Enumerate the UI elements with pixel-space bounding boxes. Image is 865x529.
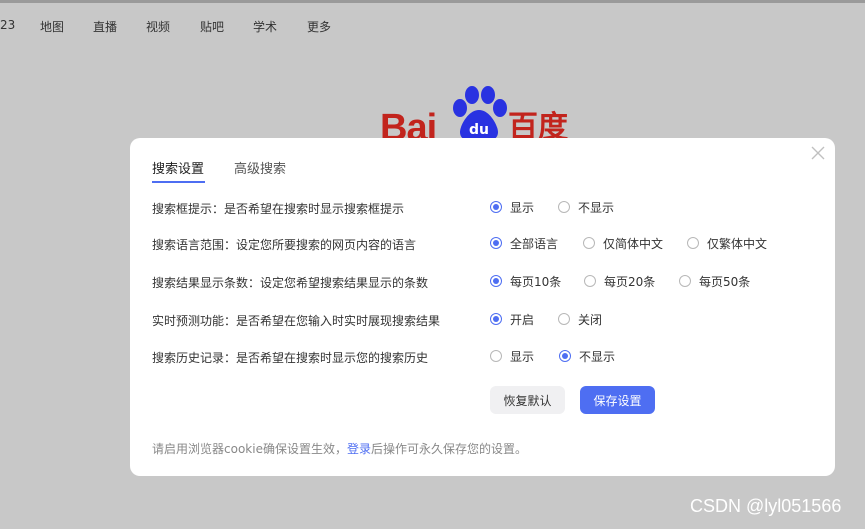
tab-advanced-search[interactable]: 高级搜索 <box>234 158 286 177</box>
setting-label-prediction: 实时预测功能：是否希望在您输入时实时展现搜索结果 <box>152 314 441 328</box>
nav-item-xueshu[interactable]: 学术 <box>253 18 277 35</box>
nav-item-video[interactable]: 视频 <box>146 18 170 35</box>
radio-button[interactable] <box>679 275 691 287</box>
radio-button[interactable] <box>558 201 570 213</box>
radio-button[interactable] <box>490 350 502 362</box>
radio-option[interactable]: 每页20条 <box>584 273 655 289</box>
setting-label-suggest: 搜索框提示：是否希望在搜索时显示搜索框提示 <box>152 202 405 216</box>
radio-option[interactable]: 显示 <box>490 199 534 215</box>
nav-item[interactable]: 23 <box>0 18 15 32</box>
nav-item-tieba[interactable]: 贴吧 <box>200 18 224 35</box>
nav-item-map[interactable]: 地图 <box>40 18 64 35</box>
search-settings-dialog: 搜索设置 高级搜索 搜索框提示：是否希望在搜索时显示搜索框提示 显示 不显示 搜… <box>130 138 835 476</box>
radio-label: 关闭 <box>578 312 603 327</box>
restore-default-button[interactable]: 恢复默认 <box>490 386 565 414</box>
radio-button[interactable] <box>558 313 570 325</box>
radio-option[interactable]: 仅简体中文 <box>583 235 663 251</box>
logo-text-du: du <box>469 122 489 138</box>
footnote-text-after: 后操作可永久保存您的设置。 <box>370 442 527 456</box>
save-settings-button[interactable]: 保存设置 <box>580 386 655 414</box>
radio-label: 显示 <box>510 349 535 364</box>
radio-button[interactable] <box>584 275 596 287</box>
radio-button[interactable] <box>583 237 595 249</box>
footnote-text-before: 请启用浏览器cookie确保设置生效， <box>152 442 347 456</box>
radio-option[interactable]: 不显示 <box>558 199 614 215</box>
radio-label: 仅简体中文 <box>603 236 664 251</box>
radio-option[interactable]: 关闭 <box>558 311 602 327</box>
radio-button[interactable] <box>490 237 502 249</box>
setting-label-result-count: 搜索结果显示条数：设定您希望搜索结果显示的条数 <box>152 276 429 290</box>
radio-label: 每页10条 <box>510 274 562 289</box>
top-border <box>0 0 865 3</box>
radio-label: 全部语言 <box>510 236 559 251</box>
setting-label-language: 搜索语言范围：设定您所要搜索的网页内容的语言 <box>152 238 417 252</box>
radio-option[interactable]: 每页50条 <box>679 273 750 289</box>
radio-option[interactable]: 每页10条 <box>490 273 561 289</box>
csdn-watermark: CSDN @lyl051566 <box>690 496 842 516</box>
nav-item-more[interactable]: 更多 <box>307 18 331 35</box>
radio-label: 仅繁体中文 <box>707 236 768 251</box>
radio-option[interactable]: 不显示 <box>559 348 615 364</box>
radio-option[interactable]: 开启 <box>490 311 534 327</box>
active-tab-indicator <box>152 181 205 183</box>
radio-label: 开启 <box>510 312 535 327</box>
radio-option[interactable]: 仅繁体中文 <box>687 235 767 251</box>
radio-button[interactable] <box>490 275 502 287</box>
tab-search-settings[interactable]: 搜索设置 <box>152 158 204 177</box>
baidu-paw-icon: du <box>453 86 507 141</box>
setting-label-history: 搜索历史记录：是否希望在搜索时显示您的搜索历史 <box>152 351 429 365</box>
radio-label: 显示 <box>510 200 535 215</box>
radio-label: 不显示 <box>579 349 616 364</box>
radio-button[interactable] <box>490 313 502 325</box>
nav-item-live[interactable]: 直播 <box>93 18 117 35</box>
radio-label: 每页50条 <box>699 274 751 289</box>
close-icon[interactable] <box>811 146 825 160</box>
baidu-logo: Bai du 百度 <box>378 86 578 148</box>
radio-label: 每页20条 <box>604 274 656 289</box>
radio-label: 不显示 <box>578 200 615 215</box>
radio-option[interactable]: 全部语言 <box>490 235 558 251</box>
login-link[interactable]: 登录 <box>347 442 371 456</box>
radio-button[interactable] <box>559 350 571 362</box>
radio-option[interactable]: 显示 <box>490 348 534 364</box>
radio-button[interactable] <box>490 201 502 213</box>
cookie-footnote: 请启用浏览器cookie确保设置生效，登录后操作可永久保存您的设置。 <box>152 440 527 457</box>
radio-button[interactable] <box>687 237 699 249</box>
